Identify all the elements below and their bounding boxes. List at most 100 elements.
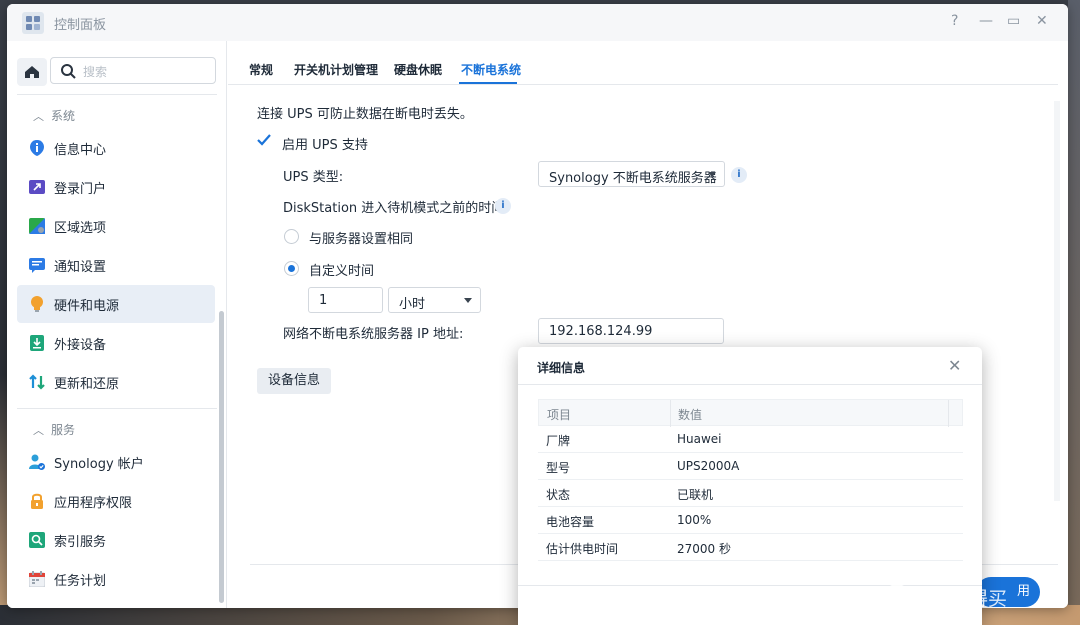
update-icon <box>29 374 45 390</box>
tab-power-schedule[interactable]: 开关机计划管理 <box>294 61 378 78</box>
notification-icon <box>29 258 45 273</box>
table-row[interactable]: 状态 已联机 <box>538 480 963 507</box>
sidebar-item-label: 任务计划 <box>54 574 107 589</box>
table-row[interactable]: 型号 UPS2000A <box>538 453 963 480</box>
radio-same-as-server[interactable] <box>284 229 299 244</box>
sidebar-item-label: 通知设置 <box>54 260 107 275</box>
time-unit-select[interactable]: 小时 <box>388 287 481 313</box>
group-header-system[interactable]: ︿ 系统 <box>33 107 75 124</box>
window-title: 控制面板 <box>54 18 107 33</box>
sidebar-item-hardware-power[interactable]: 硬件和电源 <box>17 285 215 323</box>
sidebar-item-task-scheduler[interactable]: 任务计划 <box>17 560 215 598</box>
sidebar-item-update-restore[interactable]: 更新和还原 <box>17 363 215 401</box>
row-value: 27000 秒 <box>677 542 731 556</box>
sidebar-item-app-permissions[interactable]: 应用程序权限 <box>17 482 215 520</box>
info-icon <box>30 140 44 156</box>
row-value: 已联机 <box>677 488 714 502</box>
row-value: UPS2000A <box>677 459 740 473</box>
column-header-value[interactable]: 数值 <box>678 406 702 423</box>
row-item: 型号 <box>546 461 571 475</box>
row-value: Huawei <box>677 432 722 446</box>
device-info-button[interactable]: 设备信息 <box>257 368 331 394</box>
sidebar-scrollbar[interactable] <box>219 311 224 603</box>
details-table: 项目 数值 厂牌 Huawei 型号 UPS2000A 状态 已联机 电池容量 … <box>538 399 963 561</box>
minimize-icon[interactable]: — <box>979 13 993 29</box>
dialog-close-icon[interactable]: ✕ <box>948 356 961 375</box>
desktop-background-right <box>1068 0 1080 625</box>
column-divider <box>948 400 949 427</box>
bulb-icon <box>31 296 43 312</box>
ups-description: 连接 UPS 可防止数据在断电时丢失。 <box>257 107 473 122</box>
sidebar-item-label: 索引服务 <box>54 535 107 550</box>
dialog-divider <box>518 384 982 385</box>
group-header-services[interactable]: ︿ 服务 <box>33 421 75 438</box>
chevron-down-icon <box>708 172 716 177</box>
active-tab-indicator <box>459 82 517 84</box>
sidebar-item-label: 登录门户 <box>54 182 107 197</box>
row-item: 状态 <box>546 488 571 502</box>
sidebar-divider <box>17 408 217 409</box>
search-icon <box>61 64 76 79</box>
sidebar-item-login-portal[interactable]: 登录门户 <box>17 168 215 206</box>
watermark-text: 什么值得买 <box>912 588 1008 610</box>
sidebar-item-label: Synology 帐户 <box>54 457 144 472</box>
main-scrollbar[interactable] <box>1054 101 1060 501</box>
table-row[interactable]: 估计供电时间 27000 秒 <box>538 534 963 561</box>
ups-type-select[interactable]: Synology 不断电系统服务器 <box>538 161 725 187</box>
tab-ups[interactable]: 不断电系统 <box>461 61 521 78</box>
control-panel-app-icon <box>22 12 44 34</box>
sidebar-item-info-center[interactable]: 信息中心 <box>17 129 215 167</box>
server-ip-input[interactable]: 192.168.124.99 <box>538 318 724 344</box>
lock-icon <box>31 493 43 509</box>
standby-info-icon[interactable]: i <box>495 198 511 214</box>
sidebar-item-index-service[interactable]: 索引服务 <box>17 521 215 559</box>
ups-type-info-icon[interactable]: i <box>731 167 747 183</box>
radio-custom-time[interactable] <box>284 261 299 276</box>
sidebar-item-synology-account[interactable]: Synology 帐户 <box>17 443 215 481</box>
sidebar-item-notification[interactable]: 通知设置 <box>17 246 215 284</box>
row-item: 估计供电时间 <box>546 542 619 556</box>
sidebar-item-label: 应用程序权限 <box>54 496 133 511</box>
help-icon[interactable]: ? <box>951 13 958 29</box>
search-placeholder: 搜索 <box>83 65 108 79</box>
column-header-item[interactable]: 项目 <box>547 406 571 423</box>
sidebar-item-external-devices[interactable]: 外接设备 <box>17 324 215 362</box>
external-device-icon <box>30 335 44 351</box>
table-row[interactable]: 电池容量 100% <box>538 507 963 534</box>
standby-time-label: DiskStation 进入待机模式之前的时间 <box>283 201 505 216</box>
calendar-icon <box>29 571 45 587</box>
table-row[interactable]: 厂牌 Huawei <box>538 426 963 453</box>
row-item: 厂牌 <box>546 434 571 448</box>
row-item: 电池容量 <box>546 515 595 529</box>
close-icon[interactable]: ✕ <box>1036 13 1048 29</box>
table-header: 项目 数值 <box>538 399 963 427</box>
home-icon <box>25 66 39 78</box>
sidebar-item-label: 区域选项 <box>54 221 107 236</box>
region-icon <box>29 218 45 234</box>
server-ip-label: 网络不断电系统服务器 IP 地址: <box>283 327 464 342</box>
tab-hdd-hibernation[interactable]: 硬盘休眠 <box>394 61 442 78</box>
column-divider <box>670 400 671 427</box>
ups-type-label: UPS 类型: <box>283 170 344 185</box>
chevron-up-icon: ︿ <box>33 424 44 437</box>
sidebar-item-label: 硬件和电源 <box>54 299 120 314</box>
sidebar-item-label: 信息中心 <box>54 143 107 158</box>
title-bar[interactable]: 控制面板 ? — ▭ ✕ <box>7 4 1068 41</box>
sidebar-item-region[interactable]: 区域选项 <box>17 207 215 245</box>
tab-bar: 常规 开关机计划管理 硬盘休眠 不断电系统 <box>228 41 1058 85</box>
watermark-logo: 值 <box>884 584 910 610</box>
maximize-icon[interactable]: ▭ <box>1007 13 1020 29</box>
radio-custom-time-label[interactable]: 自定义时间 <box>309 260 374 279</box>
row-value: 100% <box>677 513 712 527</box>
search-input[interactable]: 搜索 <box>50 57 216 84</box>
sidebar: 搜索 ︿ 系统 信息中心 登录门户 区域选项 通知设置 硬件和电源 外接设备 更… <box>7 41 227 608</box>
custom-time-input[interactable]: 1 <box>308 287 383 313</box>
enable-ups-label[interactable]: 启用 UPS 支持 <box>282 134 368 153</box>
sidebar-item-label: 更新和还原 <box>54 377 120 392</box>
checkmark-icon[interactable] <box>256 132 272 148</box>
chevron-down-icon <box>464 298 472 303</box>
home-button[interactable] <box>17 58 47 86</box>
login-portal-icon <box>29 180 45 194</box>
tab-general[interactable]: 常规 <box>249 61 273 78</box>
radio-same-as-server-label[interactable]: 与服务器设置相同 <box>309 228 413 247</box>
